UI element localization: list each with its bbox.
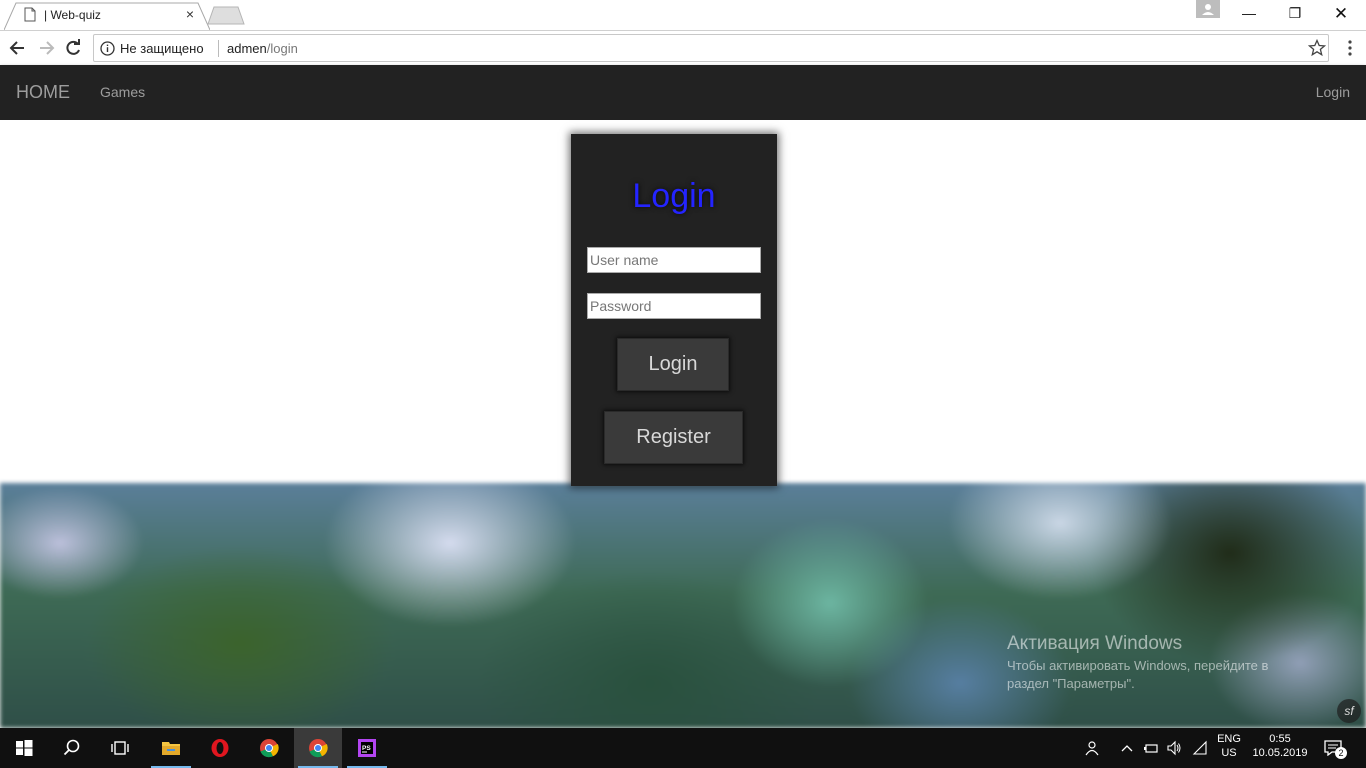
password-field-wrapper	[587, 293, 761, 319]
url-text[interactable]: admen/login	[227, 41, 298, 56]
forward-arrow-icon[interactable]	[36, 38, 56, 58]
url-host: admen	[227, 41, 267, 56]
browser-tabstrip: | Web-quiz × — ❐ ✕	[0, 0, 1366, 30]
taskbar-phpstorm[interactable]: PS	[343, 728, 391, 768]
register-button[interactable]: Register	[604, 411, 743, 464]
keyboard-layout: US	[1221, 747, 1237, 759]
tab-title: | Web-quiz	[44, 8, 101, 22]
chevron-up-icon[interactable]	[1119, 740, 1135, 756]
new-tab-button[interactable]	[207, 6, 245, 25]
back-arrow-icon[interactable]	[8, 38, 28, 58]
activation-title: Активация Windows	[1007, 633, 1183, 654]
battery-icon[interactable]	[1143, 740, 1159, 756]
browser-toolbar: Не защищено admen/login	[0, 30, 1366, 65]
nav-games-link[interactable]: Games	[100, 84, 145, 100]
site-navbar: HOME Games Login	[0, 65, 1366, 120]
activation-line-1: Чтобы активировать Windows, перейдите в	[1007, 658, 1269, 673]
close-window-button[interactable]: ✕	[1318, 0, 1364, 28]
kebab-menu-icon[interactable]	[1341, 39, 1359, 57]
opera-icon	[211, 739, 229, 757]
security-status[interactable]: Не защищено	[120, 41, 204, 56]
clock[interactable]: 0:55 10.05.2019	[1250, 733, 1310, 759]
taskbar-search-button[interactable]	[48, 728, 96, 768]
clock-date: 10.05.2019	[1252, 747, 1308, 759]
chrome-icon	[309, 739, 328, 758]
language-indicator[interactable]: ENG US	[1213, 733, 1245, 759]
taskbar-chrome[interactable]	[245, 728, 293, 768]
restore-button[interactable]: ❐	[1272, 0, 1318, 28]
people-icon[interactable]	[1083, 740, 1099, 756]
url-path: /login	[266, 41, 298, 56]
tab-close-icon[interactable]: ×	[183, 6, 197, 22]
phpstorm-icon: PS	[358, 739, 376, 757]
file-explorer-icon	[162, 742, 180, 755]
minimize-button[interactable]: —	[1226, 0, 1272, 28]
nav-login-link[interactable]: Login	[1316, 84, 1350, 100]
info-icon[interactable]	[100, 41, 115, 56]
address-bar[interactable]: Не защищено admen/login	[93, 34, 1329, 62]
task-view-button[interactable]	[96, 728, 144, 768]
login-panel: Login Login Register	[571, 134, 777, 486]
clock-time: 0:55	[1269, 733, 1291, 745]
wifi-icon[interactable]	[1192, 740, 1208, 756]
language-code: ENG	[1217, 733, 1241, 745]
login-button[interactable]: Login	[617, 338, 729, 391]
symfony-toolbar-icon[interactable]: sf	[1337, 699, 1361, 723]
task-view-icon	[111, 741, 129, 755]
login-heading: Login	[632, 177, 716, 215]
volume-icon[interactable]	[1166, 740, 1182, 756]
username-field-wrapper	[587, 247, 761, 273]
nav-home-link[interactable]: HOME	[16, 82, 70, 103]
page-icon	[24, 7, 36, 22]
reload-icon[interactable]	[63, 38, 83, 58]
svg-text:PS: PS	[362, 745, 371, 752]
taskbar-chrome-active[interactable]	[294, 728, 342, 768]
start-button[interactable]	[0, 728, 48, 768]
profile-icon[interactable]	[1196, 0, 1220, 18]
search-icon	[63, 739, 80, 756]
windows-taskbar: PS ENG US 0:55 10.05.2019 2	[0, 728, 1366, 768]
notification-count-badge: 2	[1335, 747, 1347, 759]
activation-line-2: раздел "Параметры".	[1007, 676, 1135, 691]
omnibox-separator	[218, 40, 219, 57]
windows-activation-watermark: Активация Windows Чтобы активировать Win…	[1007, 633, 1268, 691]
bookmark-star-icon[interactable]	[1308, 39, 1326, 57]
action-center-button[interactable]: 2	[1322, 738, 1347, 760]
chrome-icon	[260, 739, 279, 758]
password-input[interactable]	[588, 294, 760, 318]
taskbar-opera[interactable]	[196, 728, 244, 768]
username-input[interactable]	[588, 248, 760, 272]
windows-start-icon	[16, 740, 33, 756]
taskbar-file-explorer[interactable]	[147, 728, 195, 768]
background-artwork	[0, 483, 1366, 728]
